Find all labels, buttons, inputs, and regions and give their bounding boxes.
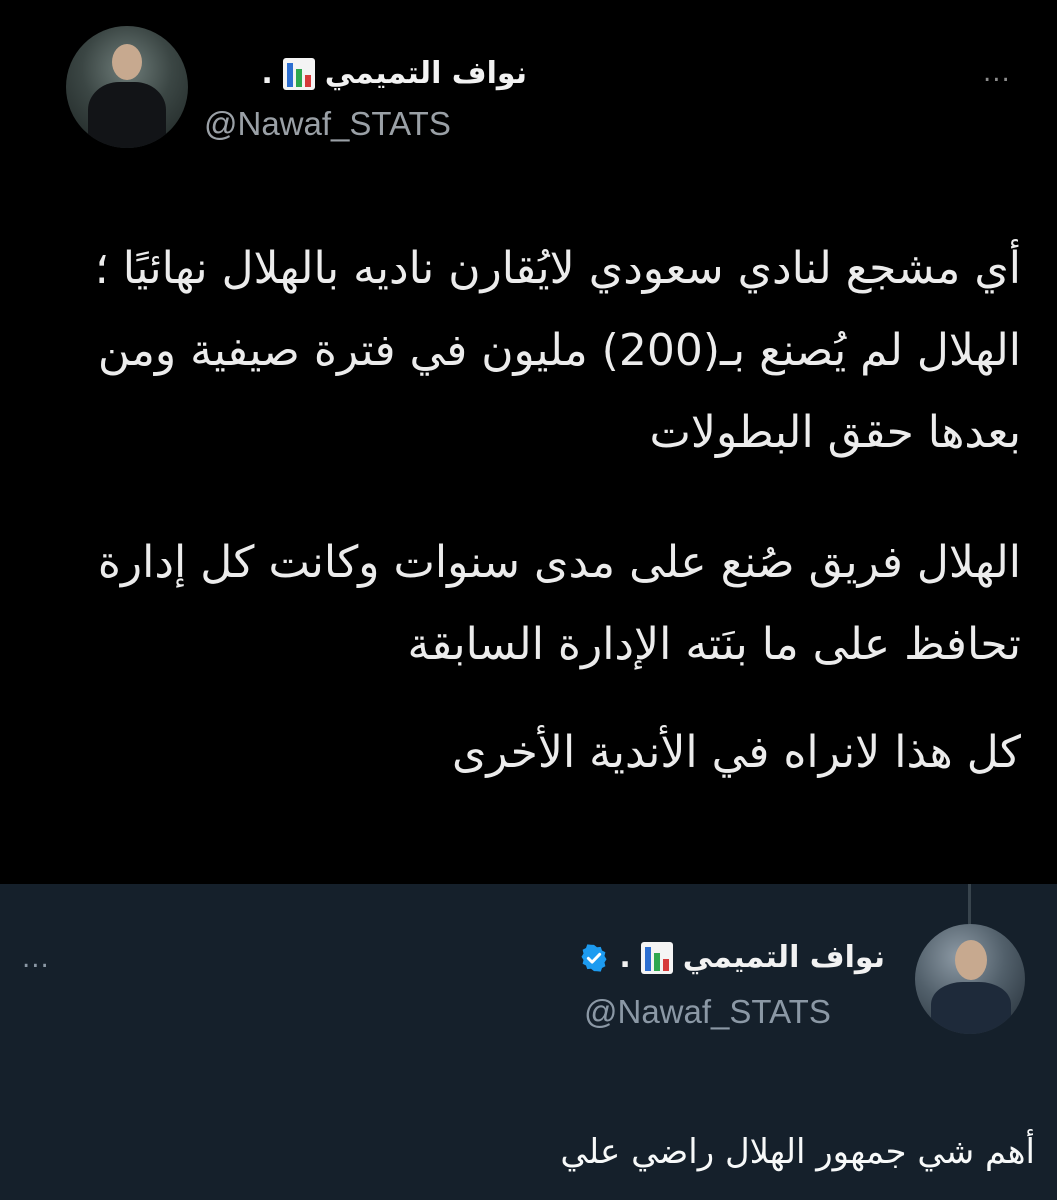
avatar-body <box>88 82 166 148</box>
reply-tweet: نواف التميمي . @Nawaf_STATS ... أهم شي ج… <box>0 884 1057 1200</box>
author-name-row[interactable]: نواف التميمي . <box>579 940 885 975</box>
reply-tweet-text: أهم شي جمهور الهلال راضي علي <box>560 1132 1035 1172</box>
avatar-body <box>931 982 1011 1034</box>
tweet-paragraph-1: أي مشجع لنادي سعودي لايُقارن ناديه بالهل… <box>94 243 1021 458</box>
stats-chart-icon <box>282 57 315 90</box>
author-display-name[interactable]: نواف التميمي <box>683 940 885 975</box>
author-display-name[interactable]: نواف التميمي <box>325 56 527 91</box>
stats-chart-icon <box>640 941 673 974</box>
more-icon[interactable]: ... <box>983 58 1011 88</box>
thread-connector-line <box>968 884 971 924</box>
name-separator: . <box>619 940 631 975</box>
avatar-head <box>955 940 987 980</box>
more-icon[interactable]: ... <box>22 944 50 974</box>
avatar[interactable] <box>915 924 1025 1034</box>
name-separator: . <box>261 56 273 91</box>
author-name-row[interactable]: نواف التميمي . <box>261 56 527 91</box>
author-handle[interactable]: @Nawaf_STATS <box>204 105 451 143</box>
tweet-paragraph-3: كل هذا لانراه في الأندية الأخرى <box>451 727 1021 778</box>
quoted-tweet-image: نواف التميمي . @Nawaf_STATS ... أي مشجع … <box>0 0 1057 884</box>
avatar-head <box>112 44 142 80</box>
verified-badge-icon <box>581 943 607 972</box>
screenshot-composite: نواف التميمي . @Nawaf_STATS ... أي مشجع … <box>0 0 1057 1200</box>
avatar[interactable] <box>66 26 188 148</box>
tweet-paragraph-2: الهلال فريق صُنع على مدى سنوات وكانت كل … <box>97 537 1021 670</box>
author-handle[interactable]: @Nawaf_STATS <box>584 993 831 1031</box>
